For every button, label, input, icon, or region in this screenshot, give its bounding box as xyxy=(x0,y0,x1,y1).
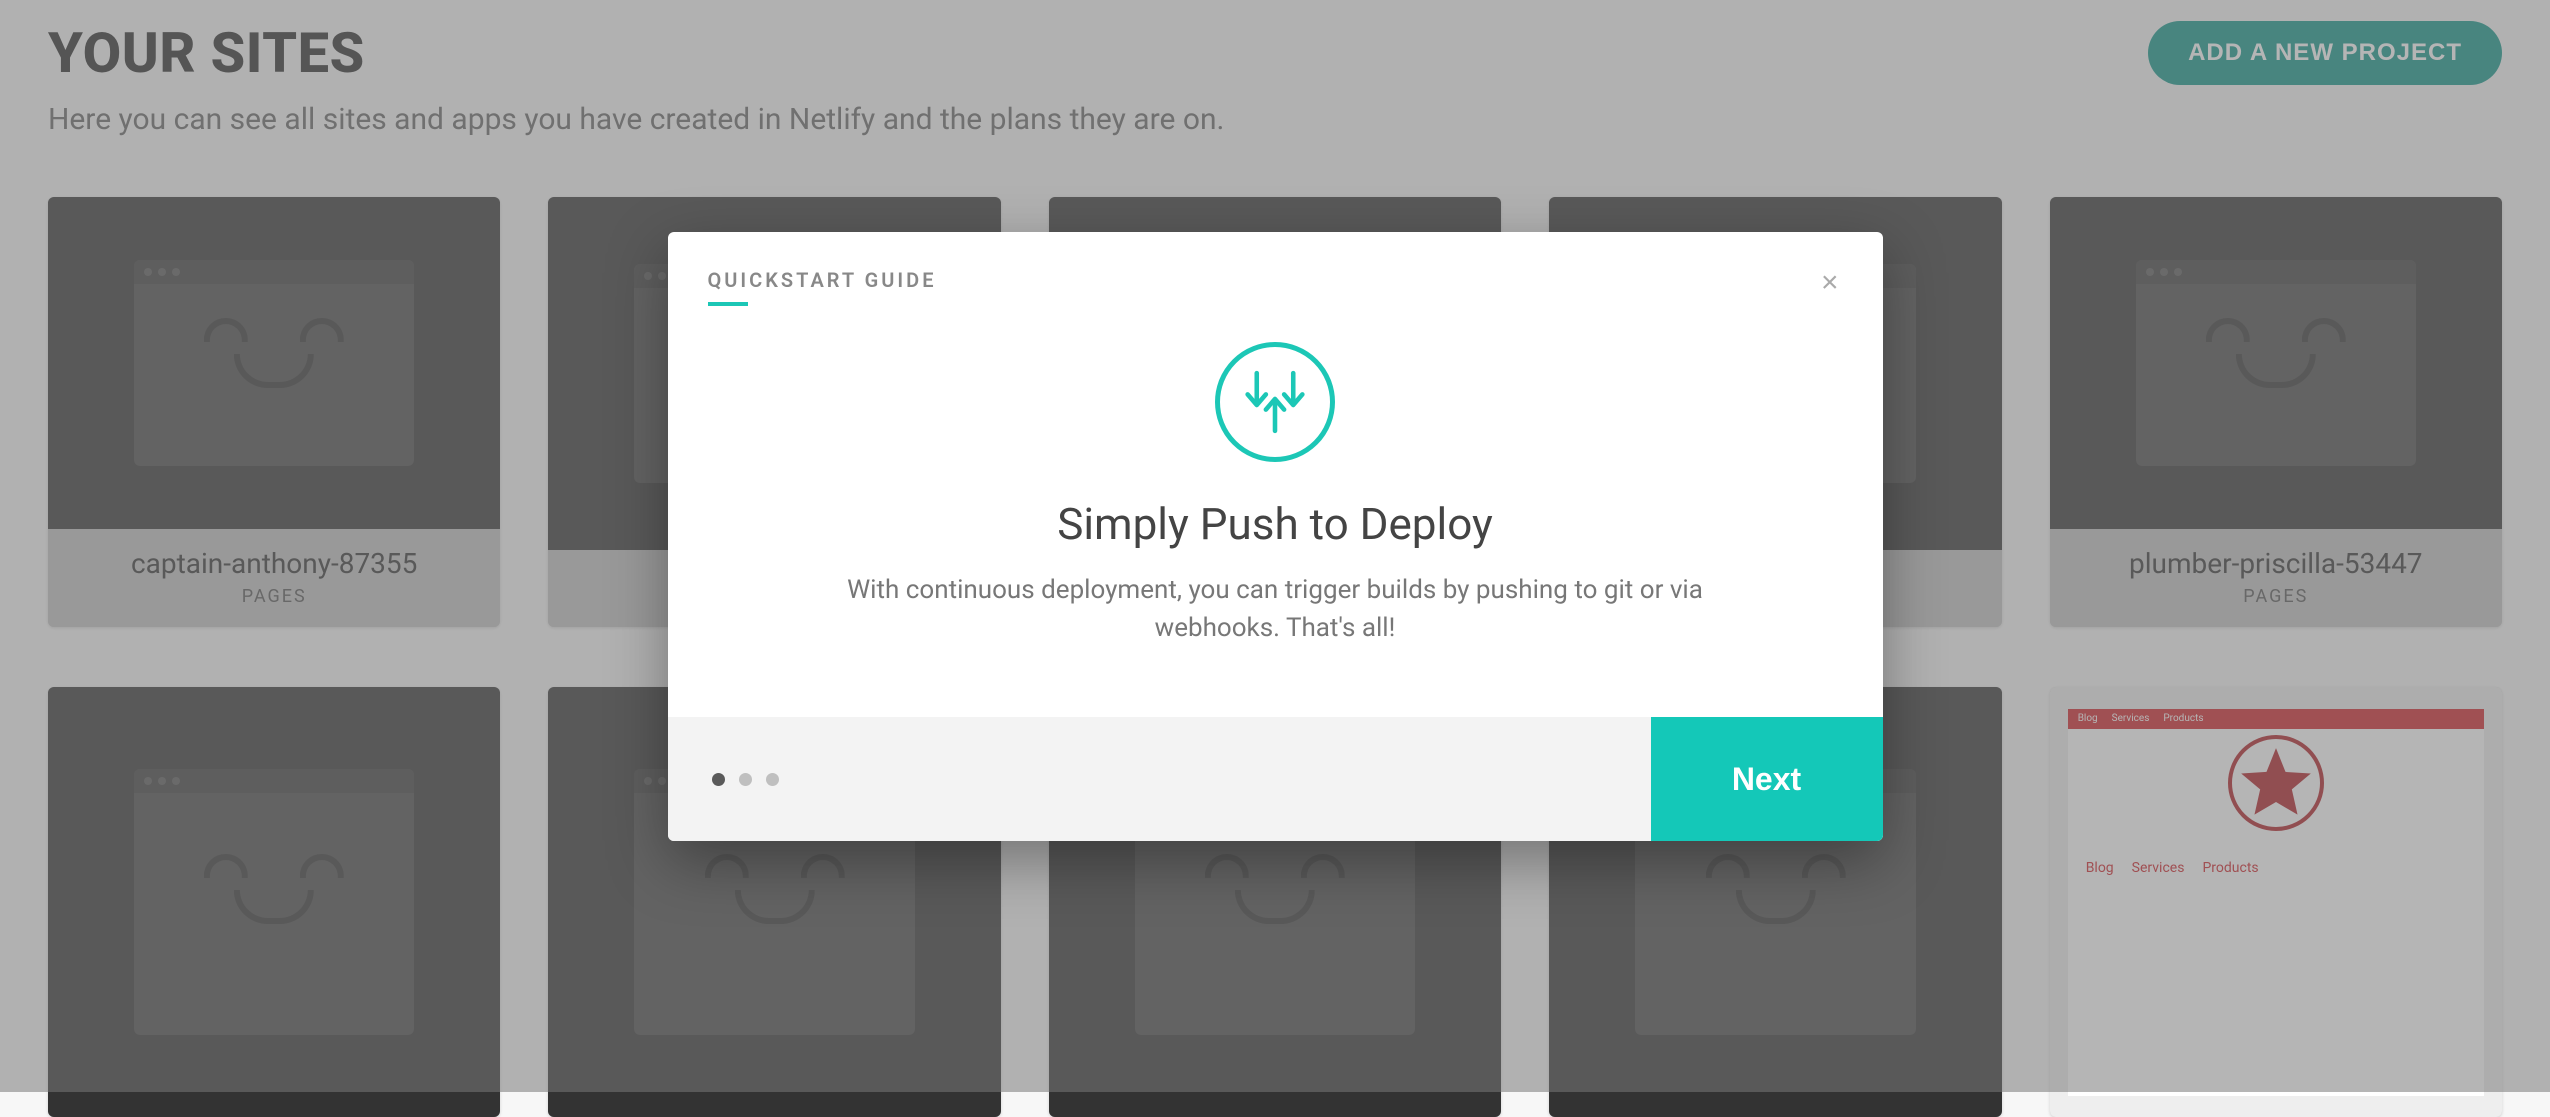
modal-overlay[interactable]: QUICKSTART GUIDE × Simply Push to Deploy xyxy=(0,0,2550,1092)
deploy-arrows-icon xyxy=(1215,342,1335,462)
modal-title: Simply Push to Deploy xyxy=(728,498,1823,550)
modal-footer: Next xyxy=(668,717,1883,841)
step-indicator xyxy=(668,773,779,786)
quickstart-modal: QUICKSTART GUIDE × Simply Push to Deploy xyxy=(668,232,1883,841)
step-dot-2[interactable] xyxy=(739,773,752,786)
modal-description: With continuous deployment, you can trig… xyxy=(805,572,1745,647)
close-button[interactable]: × xyxy=(1817,268,1843,298)
step-dot-1[interactable] xyxy=(712,773,725,786)
step-dot-3[interactable] xyxy=(766,773,779,786)
next-button[interactable]: Next xyxy=(1651,717,1883,841)
modal-label: QUICKSTART GUIDE xyxy=(708,268,937,306)
